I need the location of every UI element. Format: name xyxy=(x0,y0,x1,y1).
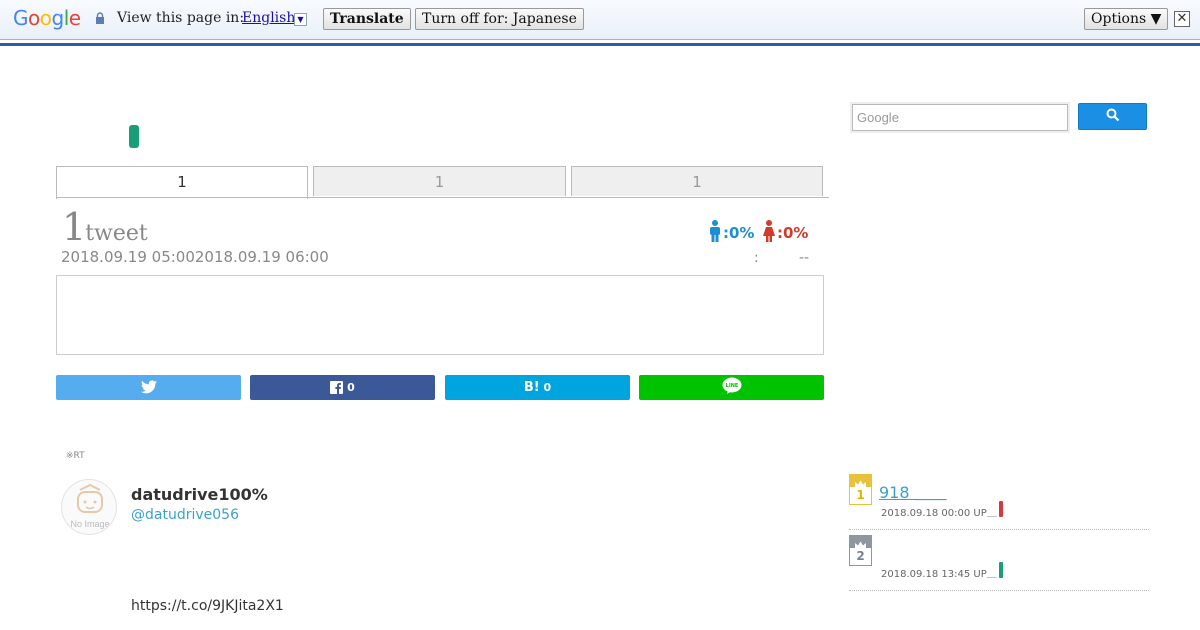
lock-icon xyxy=(96,12,104,24)
male-ratio: :0% xyxy=(708,220,754,242)
search-input[interactable] xyxy=(852,104,1068,131)
line-icon: LINE xyxy=(722,377,741,394)
date-range: 2018.09.19 05:002018.09.19 06:00 xyxy=(61,248,329,266)
ranking-date: 2018.09.18 13:45 UP＿ xyxy=(881,569,997,580)
tab-divider xyxy=(56,197,829,198)
hatena-icon: B! xyxy=(523,380,540,395)
language-link[interactable]: English xyxy=(242,10,295,26)
user-handle[interactable]: @datudrive056 xyxy=(131,507,239,523)
rank-badge: 2 xyxy=(849,535,872,566)
twitter-icon xyxy=(140,380,157,394)
language-dropdown-icon[interactable]: ▼ xyxy=(294,13,307,26)
hatena-share-button[interactable]: B! 0 xyxy=(445,375,630,400)
tab-third[interactable]: 1 xyxy=(571,166,823,196)
rank-number: 1 xyxy=(856,488,865,502)
options-button[interactable]: Options ▼ xyxy=(1084,8,1169,30)
tweet-count-word: tweet xyxy=(85,221,148,246)
male-icon xyxy=(710,220,720,242)
tweet-count: 1tweet xyxy=(62,205,148,249)
search-button[interactable] xyxy=(1078,103,1147,130)
user-name[interactable]: datudrive100% xyxy=(131,485,268,504)
female-icon xyxy=(763,220,775,242)
translate-bar-stripe xyxy=(0,43,1200,46)
translate-button[interactable]: Translate xyxy=(323,8,411,30)
facebook-count: 0 xyxy=(347,381,355,394)
male-percentage: :0% xyxy=(723,224,755,242)
view-page-label: View this page in: xyxy=(117,10,245,26)
google-logo: Google xyxy=(13,6,81,30)
line-share-button[interactable]: LINE xyxy=(639,375,824,400)
category-marker xyxy=(129,125,139,148)
twitter-share-button[interactable] xyxy=(56,375,241,400)
ranking-item[interactable]: 2 2018.09.18 13:45 UP＿ xyxy=(849,535,1149,591)
tweet-count-number: 1 xyxy=(62,205,86,249)
ranking-color-bar xyxy=(999,501,1003,517)
tab-second[interactable]: 1 xyxy=(313,166,566,196)
meta-dash: -- xyxy=(799,250,810,266)
ranking-color-bar xyxy=(999,562,1003,578)
crown-icon xyxy=(850,475,871,487)
rt-note: ※RT xyxy=(66,451,85,461)
search-icon xyxy=(1106,108,1119,122)
meta-colon: : xyxy=(754,250,759,266)
tab-first[interactable]: 1 xyxy=(56,166,308,199)
crown-icon xyxy=(850,536,871,548)
rank-badge: 1 xyxy=(849,474,872,505)
female-percentage: :0% xyxy=(777,224,809,242)
translate-bar: Google View this page in: English ▼ Tran… xyxy=(0,0,1200,40)
female-ratio: :0% xyxy=(762,220,808,242)
avatar[interactable]: No Image xyxy=(61,479,117,535)
line-icon-text: LINE xyxy=(725,383,738,389)
ranking-date: 2018.09.18 00:00 UP＿ xyxy=(881,508,997,519)
ranking-item[interactable]: 1 918 ＿＿ 2018.09.18 00:00 UP＿ xyxy=(849,474,1149,530)
ranking-title[interactable]: 918 ＿＿ xyxy=(879,479,947,503)
facebook-share-button[interactable]: 0 xyxy=(250,375,435,400)
avatar-caption: No Image xyxy=(70,519,110,529)
hatena-count: 0 xyxy=(543,381,552,394)
close-icon[interactable]: ✕ xyxy=(1174,11,1190,27)
turn-off-button[interactable]: Turn off for: Japanese xyxy=(415,8,584,30)
facebook-icon xyxy=(330,381,344,394)
tweet-embed-box xyxy=(56,275,824,355)
rank-number: 2 xyxy=(856,549,865,563)
tweet-link[interactable]: https://t.co/9JKJita2X1 xyxy=(131,598,284,614)
